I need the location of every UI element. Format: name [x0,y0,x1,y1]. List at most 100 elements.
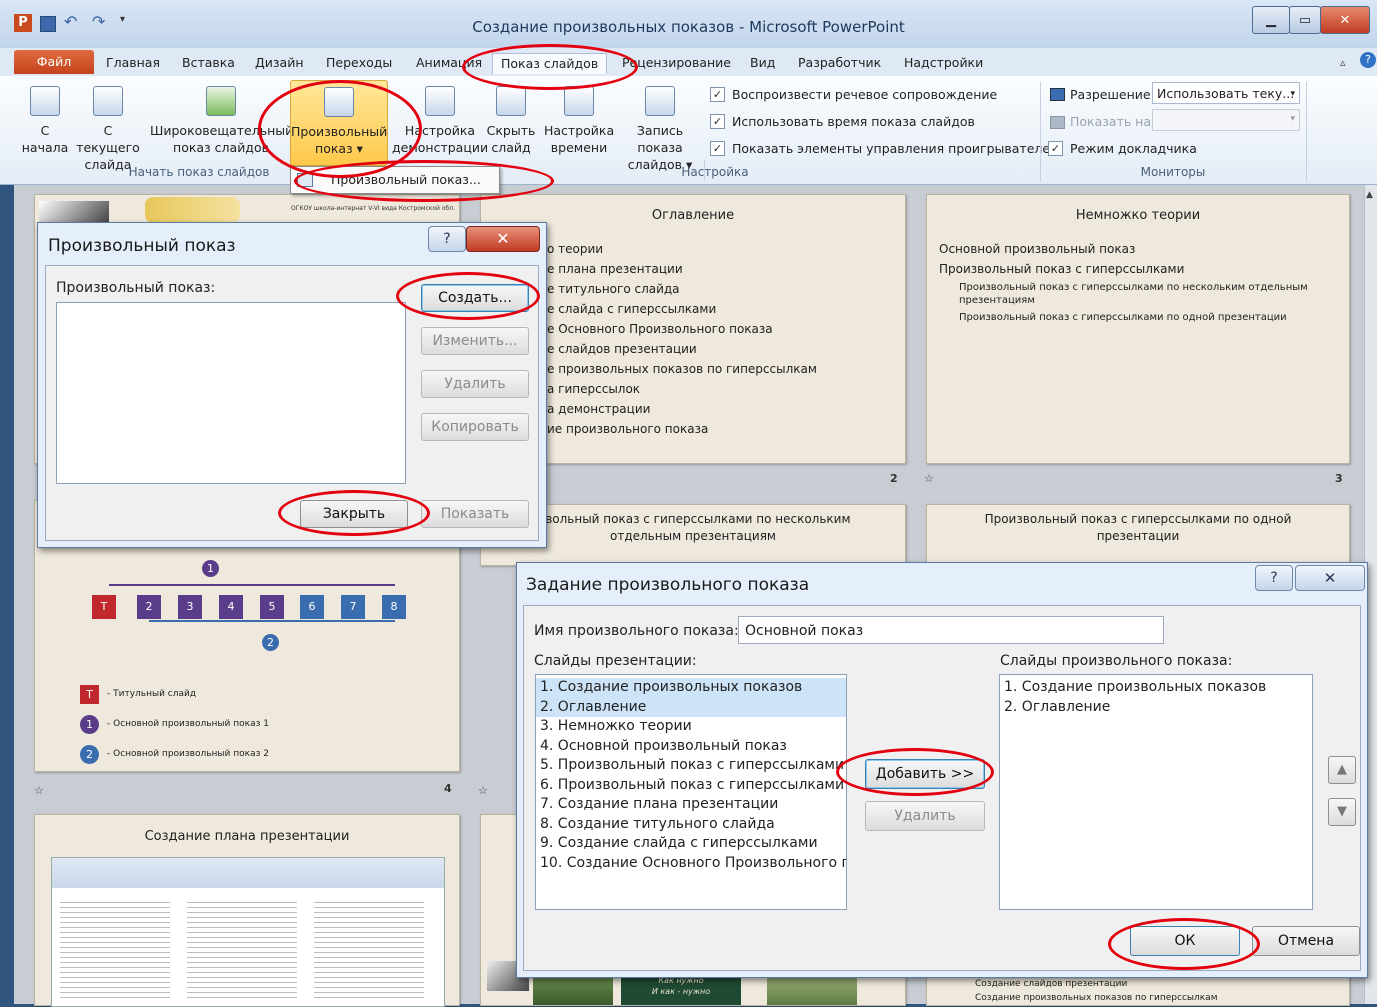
custom-shows-label: Произвольный показ: [56,280,216,296]
list-item[interactable]: 2. Оглавление [1000,698,1312,718]
help-button[interactable]: ? [1255,565,1293,591]
chevron-down-icon: ▾ [1290,114,1295,124]
resolution-value: Использовать теку... [1157,86,1295,101]
diagram-node: 4 [219,595,243,619]
diagram-badge: 1 [202,560,219,577]
move-up-button[interactable]: ▲ [1328,756,1356,784]
list-item[interactable]: 4. Основной произвольный показ [536,737,846,757]
edit-button[interactable]: Изменить... [421,327,529,355]
custom-shows-list[interactable] [56,302,406,484]
dialog-close-button[interactable]: ✕ [1295,565,1365,591]
custom-show-slides-list[interactable]: 1. Создание произвольных показов 2. Огла… [999,674,1313,910]
transition-icon: ☆ [924,472,934,485]
slide-number: 2 [890,472,898,485]
show-controls-label: Показать элементы управления проигрывате… [732,141,1060,156]
cancel-button[interactable]: Отмена [1252,926,1360,956]
broadcast-icon [206,86,236,116]
help-icon[interactable]: ? [1360,52,1376,68]
list-item[interactable]: 7. Создание плана презентации [536,795,846,815]
transition-icon: ☆ [34,784,44,797]
presenter-view-label: Режим докладчика [1070,141,1197,156]
legend-text: - Основной произвольный показ 2 [107,749,269,759]
from-current-button[interactable]: С текущего слайда [70,86,146,172]
list-item[interactable]: 9. Создание слайда с гиперссылками [536,834,846,854]
close-button[interactable]: ✕ [1320,6,1370,34]
slide-header-text: ОГКОУ школа-интернат V-VI вида Костромск… [291,205,455,212]
scroll-up-icon[interactable]: ▲ [1366,190,1373,200]
tab-transitions[interactable]: Переходы [318,53,400,73]
slide-subitems: Произвольный показ с гиперссылками по не… [959,282,1308,323]
tab-insert[interactable]: Вставка [174,53,243,73]
list-item[interactable]: 5. Произвольный показ с гиперссылками п [536,756,846,776]
delete-button[interactable]: Удалить [421,370,529,398]
dialog-title: Задание произвольного показа [526,575,810,595]
resolution-label: Разрешение: [1070,87,1155,102]
list-item[interactable]: 2. Оглавление [536,697,846,717]
tab-addins[interactable]: Надстройки [896,53,991,73]
diagram-node: T [92,595,116,619]
group-label-start: Начать показ слайдов [128,165,270,179]
slide-title: Произвольный показ с гиперссылками по од… [984,512,1292,543]
legend-text: - Титульный слайд [107,689,197,699]
copy-button[interactable]: Копировать [421,413,529,441]
photo-image [767,975,857,1005]
list-item[interactable]: 6. Произвольный показ с гиперссылками п [536,776,846,796]
screenshot-image [51,857,445,1007]
photo-image [533,975,613,1005]
list-item[interactable]: 3. Немножко теории [536,717,846,737]
diagram-node: 6 [300,595,324,619]
highlight-oval [294,160,554,202]
help-button[interactable]: ? [428,226,466,252]
slideshow-start-icon [30,86,60,116]
resolution-select[interactable]: Использовать теку... ▾ [1152,82,1300,104]
chalkboard-image: Как нужно И как - нужно [621,975,741,1005]
presenter-view-checkbox[interactable]: ✓ [1048,141,1063,156]
show-name-label: Имя произвольного показа: [534,623,739,639]
ribbon-minimize-icon[interactable]: ▵ [1340,56,1346,69]
tab-developer[interactable]: Разработчик [790,53,889,73]
move-down-button[interactable]: ▼ [1328,798,1356,826]
arrow-up-icon: ▲ [1337,762,1347,777]
diagram-node: 7 [341,595,365,619]
tab-design[interactable]: Дизайн [247,53,312,73]
from-start-button[interactable]: С начала [20,86,70,164]
dialog-close-button[interactable]: ✕ [466,226,540,252]
legend-swatch: 2 [80,745,99,764]
highlight-oval [396,272,540,320]
slide-thumbnail-6[interactable]: Произвольный показ с гиперссылками по од… [926,504,1350,566]
use-timings-checkbox[interactable]: ✓ [710,114,725,129]
slide-body: Основной произвольный показ Произвольный … [939,242,1185,276]
list-item[interactable]: 1. Создание произвольных показов [536,678,846,698]
record-show-button[interactable]: Запись показа слайдов ▾ [614,86,706,172]
legend-swatch: T [80,685,99,704]
slide-thumbnail-7[interactable]: Создание плана презентации [34,814,460,1007]
legend-text: - Основной произвольный показ 1 [107,719,269,729]
hide-slide-button[interactable]: Скрыть слайд [486,86,536,164]
maximize-button[interactable]: ▭ [1289,6,1321,34]
show-controls-checkbox[interactable]: ✓ [710,141,725,156]
slide-title: Немножко теории [1075,208,1201,223]
rehearse-timings-button[interactable]: Настройка времени [544,86,614,164]
highlight-oval [836,748,994,796]
diagram-node: 8 [382,595,406,619]
tab-file[interactable]: Файл [14,50,94,74]
legend-swatch: 1 [80,715,99,734]
list-item[interactable]: 8. Создание титульного слайда [536,815,846,835]
diagram-badge: 2 [262,634,279,651]
show-name-input[interactable]: Основной показ [738,616,1164,644]
rehearse-timings-icon [564,86,594,116]
list-item[interactable]: 1. Создание произвольных показов [1000,678,1312,698]
minimize-button[interactable]: ▁ [1252,6,1290,34]
tab-view[interactable]: Вид [742,53,783,73]
slide-thumbnail-3[interactable]: Немножко теории Основной произвольный по… [926,194,1350,464]
remove-button[interactable]: Удалить [865,801,985,831]
highlight-oval [278,490,430,536]
presentation-slides-list[interactable]: 1. Создание произвольных показов 2. Огла… [535,674,847,910]
title-bar: P ↶ ↷ ▾ Создание произвольных показов - … [0,0,1377,49]
tab-home[interactable]: Главная [98,53,168,73]
show-on-select[interactable]: ▾ [1152,109,1300,131]
play-narrations-checkbox[interactable]: ✓ [710,87,725,102]
show-button[interactable]: Показать [421,500,529,528]
slide-body: Создание слайдов презентации Создание про… [975,979,1218,1003]
list-item[interactable]: 10. Создание Основного Произвольного пс [536,854,846,874]
